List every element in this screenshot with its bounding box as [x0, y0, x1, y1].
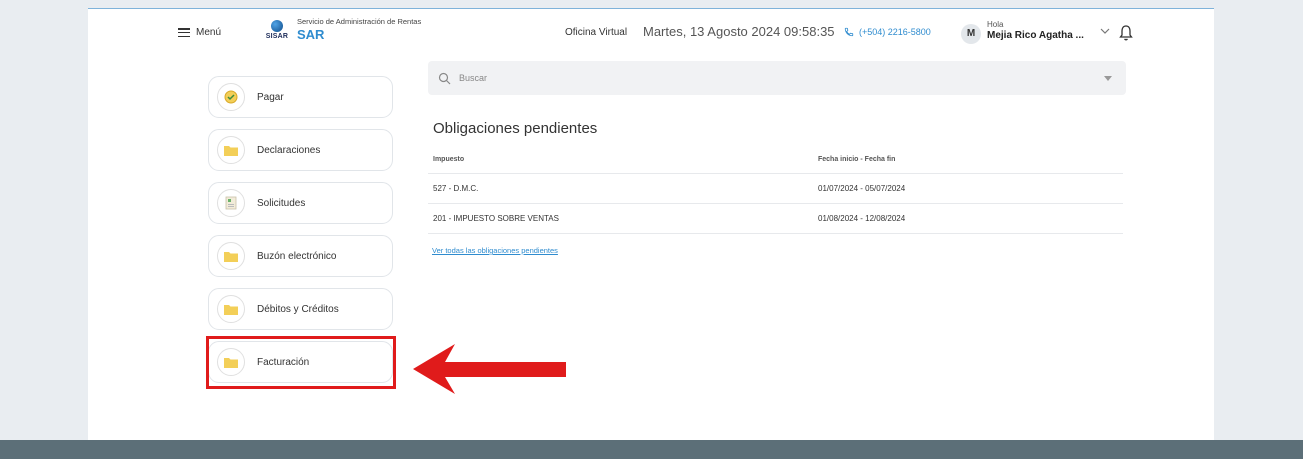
sidebar-item-debitos-creditos[interactable]: Débitos y Créditos: [208, 288, 393, 330]
chevron-down-icon[interactable]: [1098, 25, 1112, 37]
phone-number: (+504) 2216-5800: [859, 27, 931, 37]
table-row[interactable]: 201 - IMPUESTO SOBRE VENTAS 01/08/2024 -…: [428, 204, 1123, 234]
logo-text: SISAR: [265, 33, 289, 40]
globe-icon: [271, 20, 283, 32]
column-header-impuesto: Impuesto: [433, 155, 465, 163]
sidebar-item-label: Solicitudes: [257, 197, 306, 209]
sidebar-item-solicitudes[interactable]: Solicitudes: [208, 182, 393, 224]
phone-icon: [844, 27, 854, 37]
section-title: Obligaciones pendientes: [433, 120, 598, 137]
phone-link[interactable]: (+504) 2216-5800: [844, 27, 931, 37]
greeting-text: Hola: [987, 20, 1004, 29]
folder-icon: [217, 295, 245, 323]
folder-icon: [217, 136, 245, 164]
caret-down-icon[interactable]: [1104, 76, 1112, 81]
cell-tax: 201 - IMPUESTO SOBRE VENTAS: [433, 214, 559, 223]
hamburger-icon: [178, 28, 190, 37]
sidebar-item-declaraciones[interactable]: Declaraciones: [208, 129, 393, 171]
coin-icon: [217, 83, 245, 111]
cell-period: 01/07/2024 - 05/07/2024: [818, 184, 906, 193]
sidebar-item-label: Pagar: [257, 91, 284, 103]
sidebar-item-label: Buzón electrónico: [257, 250, 337, 262]
column-header-fecha: Fecha inicio - Fecha fin: [818, 155, 896, 163]
table-header: Impuesto Fecha inicio - Fecha fin: [428, 145, 1123, 174]
menu-button[interactable]: Menú: [178, 27, 221, 38]
sar-logo[interactable]: SISAR: [264, 20, 290, 40]
top-header: Menú SISAR Servicio de Administración de…: [88, 9, 1214, 59]
table-row[interactable]: 527 - D.M.C. 01/07/2024 - 05/07/2024: [428, 174, 1123, 204]
brand-subtitle: Servicio de Administración de Rentas: [297, 17, 422, 26]
folder-icon: [217, 242, 245, 270]
page-container: Menú SISAR Servicio de Administración de…: [88, 8, 1214, 441]
cell-tax: 527 - D.M.C.: [433, 184, 479, 193]
bell-icon[interactable]: [1118, 24, 1134, 42]
sidebar-item-pagar[interactable]: Pagar: [208, 76, 393, 118]
user-name: Mejia Rico Agatha ...: [987, 30, 1084, 41]
obligations-table: Impuesto Fecha inicio - Fecha fin 527 - …: [428, 145, 1123, 234]
view-all-obligations-link[interactable]: Ver todas las obligaciones pendientes: [432, 246, 558, 255]
menu-label: Menú: [196, 27, 222, 38]
red-arrow-icon: [413, 344, 566, 394]
office-label: Oficina Virtual: [565, 27, 628, 38]
annotation-arrow-area: [411, 340, 567, 398]
current-datetime: Martes, 13 Agosto 2024 09:58:35: [643, 24, 835, 39]
user-menu[interactable]: Hola Mejia Rico Agatha ...: [987, 20, 1084, 41]
document-icon: [217, 189, 245, 217]
brand-block: Servicio de Administración de Rentas SAR: [297, 17, 421, 42]
cell-period: 01/08/2024 - 12/08/2024: [818, 214, 906, 223]
avatar[interactable]: M: [961, 24, 981, 44]
sidebar-item-facturacion[interactable]: Facturación: [208, 341, 393, 383]
search-input[interactable]: Buscar: [459, 73, 487, 83]
sidebar-item-buzon[interactable]: Buzón electrónico: [208, 235, 393, 277]
folder-icon: [217, 348, 245, 376]
sidebar-item-label: Declaraciones: [257, 144, 321, 156]
search-icon: [438, 72, 451, 84]
sidebar-item-label: Facturación: [257, 356, 310, 368]
bottom-bar: [0, 440, 1303, 459]
brand-name: SAR: [297, 27, 325, 42]
search-bar[interactable]: Buscar: [428, 61, 1126, 95]
sidebar-item-label: Débitos y Créditos: [257, 303, 339, 315]
